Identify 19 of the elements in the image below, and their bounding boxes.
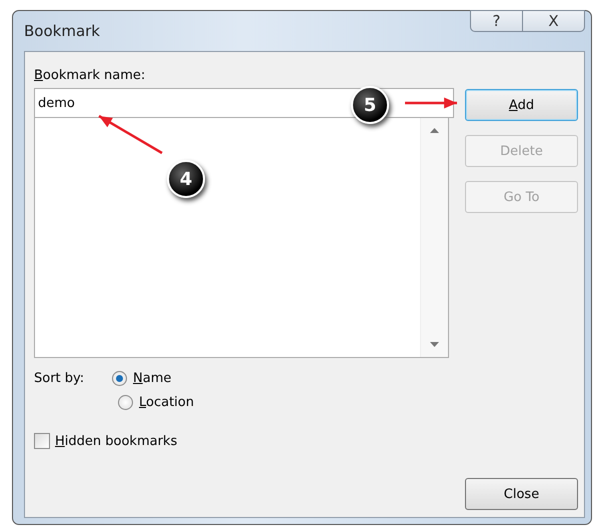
close-dialog-button[interactable]: Close xyxy=(465,478,578,510)
scroll-down-icon[interactable] xyxy=(430,342,439,347)
window-title: Bookmark xyxy=(24,22,100,40)
arrow xyxy=(98,114,163,154)
scroll-up-icon[interactable] xyxy=(430,128,439,133)
arrow xyxy=(405,98,457,108)
scrollbar[interactable] xyxy=(420,118,448,357)
window-close-button[interactable]: X xyxy=(522,10,585,32)
option-label[interactable]: Location xyxy=(139,395,194,410)
radio-button[interactable] xyxy=(118,395,133,410)
checkbox-label[interactable]: Hidden bookmarks xyxy=(55,434,178,448)
sort-label: Sort by: xyxy=(34,371,86,386)
action-button[interactable]: Add xyxy=(465,89,578,121)
radio-button[interactable] xyxy=(112,371,127,386)
option-label[interactable]: Name xyxy=(133,371,172,386)
help-button[interactable]: ? xyxy=(470,10,522,32)
field-label: Bookmark name: xyxy=(34,67,146,85)
checkbox[interactable] xyxy=(34,433,50,449)
bookmark-list[interactable] xyxy=(34,118,449,358)
